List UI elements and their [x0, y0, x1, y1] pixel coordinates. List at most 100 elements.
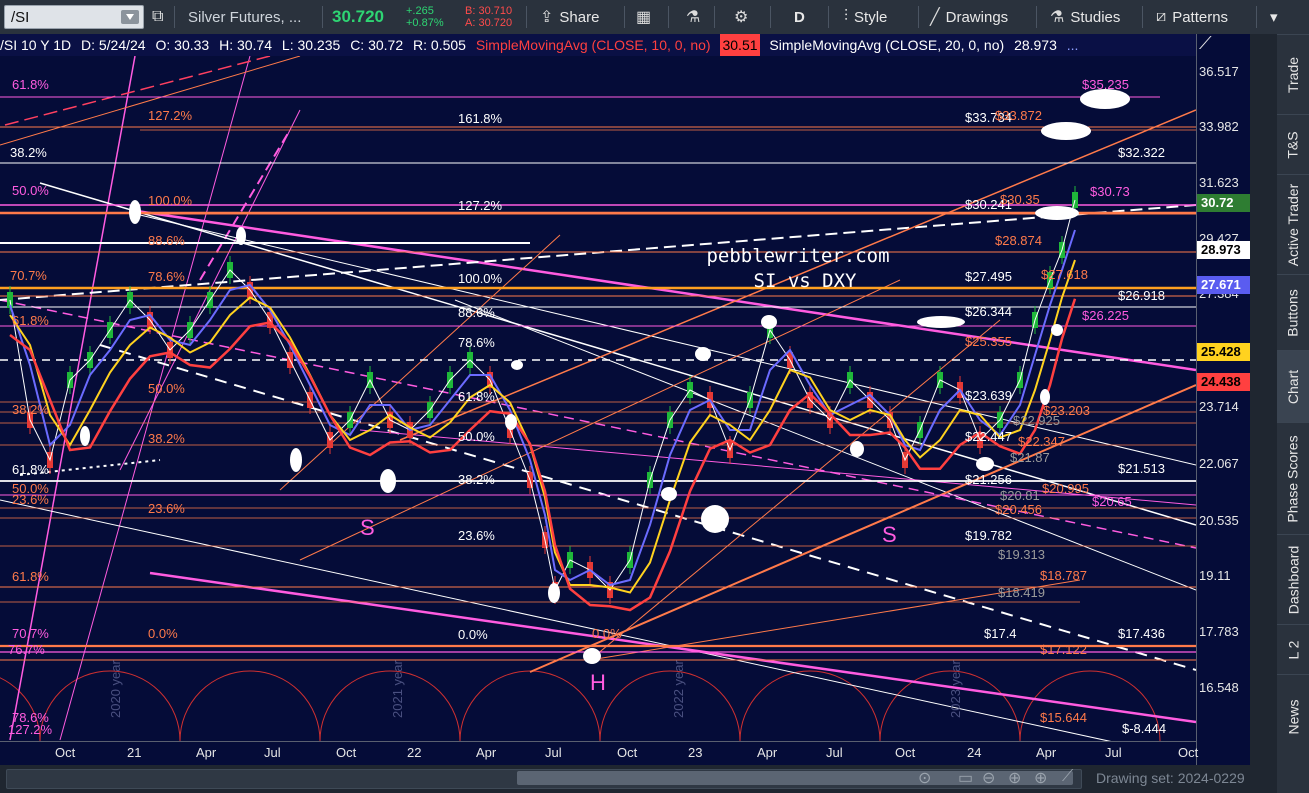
patterns-button[interactable]: ⧄ Patterns [1156, 0, 1228, 34]
marker-oval [917, 316, 965, 328]
drawing-tool-icon[interactable]: ⟋ [1199, 33, 1212, 54]
fib-label-orange: 0.0% [592, 626, 622, 641]
ask-value: A: 30.720 [465, 17, 513, 29]
star-icon[interactable]: ⧉ [152, 8, 163, 26]
marker-oval [511, 360, 523, 370]
symbol-description: Silver Futures, ... [188, 8, 302, 26]
side-tab-chart[interactable]: Chart [1277, 350, 1309, 423]
zoom-in-icon[interactable]: ⊕ [1008, 768, 1021, 788]
time-tick-label: Apr [196, 745, 217, 760]
sma10-value: 30.51 [720, 34, 760, 56]
side-tabs: Trade T&S Active Trader Buttons Chart Phase S… [1277, 34, 1309, 793]
calendar-button[interactable]: ▦ [636, 0, 657, 34]
zoom-out-icon[interactable]: ▭ [958, 768, 973, 788]
time-tick-label: 22 [407, 745, 422, 760]
more-studies[interactable]: ... [1067, 37, 1079, 53]
magnifier-icon[interactable]: ⊖ [982, 768, 995, 788]
marker-oval [695, 347, 711, 361]
side-tab-label: T&S [1284, 131, 1301, 159]
marker-oval [80, 426, 90, 446]
price-target-orange: $25.355 [965, 334, 1012, 349]
side-tab-trade[interactable]: Trade [1277, 34, 1309, 115]
price-target-white: $32.322 [1118, 145, 1165, 160]
fib-label-white: 61.8% [458, 389, 495, 404]
side-tab-label: Trade [1285, 56, 1301, 94]
price-target-gray: $18.419 [998, 585, 1045, 600]
magnifier-icon[interactable]: ⊕ [1034, 768, 1047, 788]
price-target-pink: $35.235 [1082, 77, 1129, 92]
price-target-white: $19.782 [965, 528, 1012, 543]
price-target-orange: $33.872 [995, 108, 1042, 123]
side-tab-buttons[interactable]: Buttons [1277, 274, 1309, 351]
side-tab-label: Active Trader [1285, 183, 1302, 267]
side-tab-phase-scores[interactable]: Phase Scores [1277, 422, 1309, 535]
price-target-white: $27.495 [965, 269, 1012, 284]
sma20-label[interactable]: SimpleMovingAvg (CLOSE, 20, 0, no) [769, 37, 1004, 53]
marker-oval [850, 441, 864, 457]
price-tick-label: 16.548 [1199, 680, 1239, 695]
marker-oval [380, 469, 396, 493]
gear-icon: ⚙ [734, 9, 749, 26]
time-tick-label: 24 [967, 745, 982, 760]
orange-channel-line [529, 384, 1196, 673]
side-tab-news[interactable]: News [1277, 674, 1309, 759]
settings-button[interactable]: ⚙ [734, 0, 754, 34]
bottom-bar: ⊙ ▭ ⊖ ⊕ ⊕ ⟋ Drawing set: 2024-0229 [0, 765, 1277, 793]
right-shoulder-label: S [882, 522, 897, 547]
flask-button[interactable]: ⚗ [686, 0, 706, 34]
aggregation-button[interactable]: D [794, 0, 805, 34]
side-tab-l-2[interactable]: L 2 [1277, 624, 1309, 675]
chart-open: O: 30.33 [155, 37, 210, 53]
price-target-orange: $28.874 [995, 233, 1042, 248]
marker-oval [1035, 206, 1079, 220]
calendar-icon: ▦ [636, 9, 652, 26]
time-axis[interactable]: Oct 21 Apr Jul Oct 22 Apr Jul Oct 23 Apr Jul Oct 24 Ap… [0, 741, 1198, 766]
fib-label-orange: 61.8% [12, 313, 49, 328]
fib-label-white: 127.2% [458, 198, 503, 213]
price-tag: 25.428 [1197, 343, 1251, 361]
fib-label-orange: 100.0% [148, 193, 193, 208]
marker-oval [236, 227, 246, 245]
fib-label-white: 78.6% [458, 335, 495, 350]
chevron-down-icon[interactable] [121, 10, 139, 24]
drawings-button[interactable]: ╱ Drawings [930, 0, 1008, 34]
style-button[interactable]: ⫶ Style [844, 0, 887, 34]
patterns-label: Patterns [1172, 8, 1229, 26]
chart-high: H: 30.74 [219, 37, 273, 53]
orange-fan-line [0, 56, 301, 146]
price-target-orange: $18.787 [1040, 568, 1087, 583]
left-shoulder-label: S [360, 515, 375, 540]
price-target-pink: $26.225 [1082, 308, 1129, 323]
share-button[interactable]: ⇪ Share [540, 0, 599, 34]
more-button[interactable]: ▾ [1270, 0, 1278, 34]
price-target-orange: $17.122 [1040, 642, 1087, 657]
chart-area[interactable]: /SI 10 Y 1D D: 5/24/24 O: 30.33 H: 30.74… [0, 34, 1250, 769]
price-axis[interactable]: ⟋ 36.51733.98231.62329.42727.38425.48223… [1196, 33, 1251, 769]
symbol-text: /SI [11, 9, 30, 26]
fib-label-white: 50.0% [458, 429, 495, 444]
marker-oval [1080, 89, 1130, 109]
price-target-pink: $20.65 [1092, 494, 1132, 509]
symbol-selector[interactable]: /SI [4, 5, 144, 29]
side-tab-dashboard[interactable]: Dashboard [1277, 534, 1309, 625]
fib-label-pink: 76.7% [8, 642, 45, 657]
year-label: 2021 year [390, 660, 405, 718]
price-tick-label: 33.982 [1199, 119, 1239, 134]
drawing-icon[interactable]: ⟋ [1062, 768, 1073, 786]
marker-oval [976, 457, 994, 471]
marker-oval [583, 648, 601, 664]
flask-icon: ⚗ [1050, 9, 1065, 26]
price-tag: 30.72 [1197, 194, 1251, 212]
fib-label-orange: 78.6% [148, 269, 185, 284]
favorite-toggle[interactable]: ⧉ [152, 0, 163, 34]
studies-button[interactable]: ⚗ Studies [1050, 0, 1120, 34]
time-tick-label: Jul [545, 745, 562, 760]
price-tick-label: 31.623 [1199, 175, 1239, 190]
change-percent: +0.87% [406, 17, 444, 29]
reset-zoom-icon[interactable]: ⊙ [918, 768, 931, 788]
side-tab-active-trader[interactable]: Active Trader [1277, 174, 1309, 275]
sma10-label[interactable]: SimpleMovingAvg (CLOSE, 10, 0, no) [476, 37, 711, 53]
side-tab-t-s[interactable]: T&S [1277, 114, 1309, 175]
price-tick-label: 23.714 [1199, 399, 1239, 414]
fib-label-orange: 50.0% [148, 381, 185, 396]
